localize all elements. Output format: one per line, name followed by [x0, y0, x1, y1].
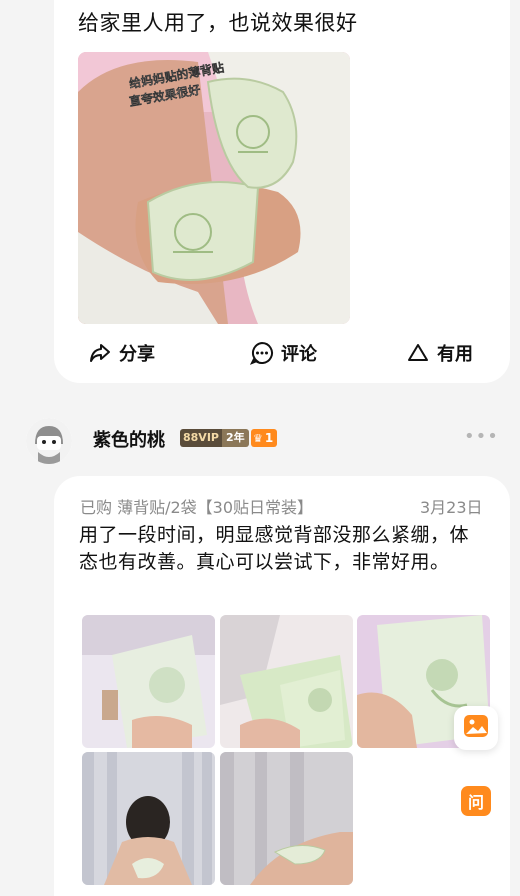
comment-icon: [249, 340, 275, 366]
share-icon: [87, 340, 113, 366]
review-image-5[interactable]: [220, 752, 353, 885]
review-photo[interactable]: 给妈妈贴的薄背贴 直夸效果很好: [78, 52, 350, 324]
comment-button[interactable]: 评论: [249, 340, 317, 366]
ask-icon: 问: [461, 786, 491, 816]
vip-years: 2年: [221, 429, 249, 447]
useful-label: 有用: [437, 344, 473, 365]
thumbs-up-icon: [405, 340, 431, 366]
reviewer-name[interactable]: 紫色的桃: [93, 426, 165, 452]
crown-icon: ♛: [253, 431, 263, 445]
image-icon: [462, 712, 490, 744]
image-upload-button[interactable]: [454, 706, 498, 750]
review-date: 3月23日: [420, 498, 483, 517]
review-image-4[interactable]: [82, 752, 215, 885]
vip-badge: 88VIP 2年: [180, 429, 249, 447]
level-badge: ♛ 1: [251, 429, 278, 447]
review-image-1[interactable]: [82, 615, 215, 748]
more-options-icon[interactable]: •••: [464, 426, 499, 447]
share-label: 分享: [119, 344, 155, 365]
purchase-info: 已购 薄背贴/2袋【30贴日常装】: [80, 498, 314, 517]
comment-label: 评论: [281, 344, 317, 365]
level-value: 1: [264, 431, 274, 445]
avatar[interactable]: [26, 418, 72, 464]
review-text: 给家里人用了，也说效果很好: [78, 11, 358, 35]
vip-label: 88VIP: [180, 429, 222, 447]
review-image-2[interactable]: [220, 615, 353, 748]
ask-button[interactable]: 问: [454, 779, 498, 823]
share-button[interactable]: 分享: [87, 340, 155, 366]
useful-button[interactable]: 有用: [405, 340, 473, 366]
review-text: 用了一段时间，明显感觉背部没那么紧绷，体态也有改善。真心可以尝试下，非常好用。: [79, 524, 470, 573]
